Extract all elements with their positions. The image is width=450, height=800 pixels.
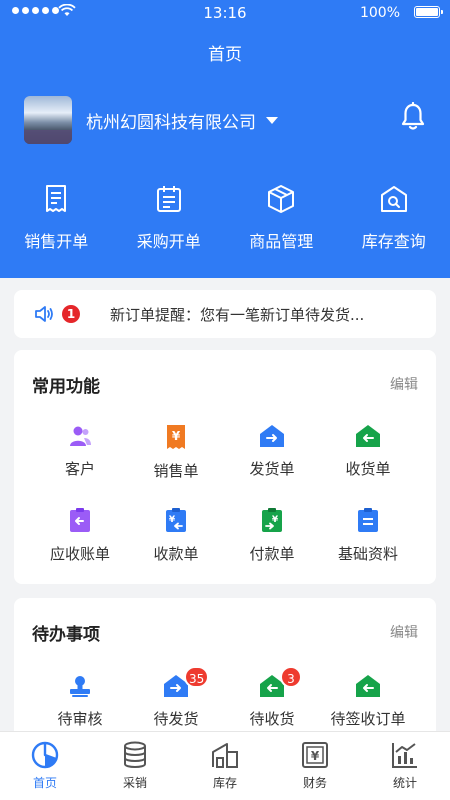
calendar-form-icon xyxy=(156,186,181,212)
database-icon xyxy=(124,741,146,768)
function-receivable-bill[interactable]: 应收账单 xyxy=(32,507,128,564)
todo-label: 待审核 xyxy=(57,710,103,728)
battery-percent: 100% xyxy=(359,5,400,21)
todo-label: 待收货 xyxy=(249,710,295,728)
status-bar: 13:16 100% xyxy=(0,0,450,28)
tab-label: 采销 xyxy=(122,776,147,790)
package-icon xyxy=(268,185,295,213)
warehouse-search-icon xyxy=(380,186,407,212)
tab-bar: 首页 采销 库存 ¥ 财务 统计 xyxy=(0,731,450,800)
common-functions-grid: 客户 ¥ 销售单 发货单 收货单 应收账单 ¥ 收款单 ¥ 付款单 基础资料 xyxy=(32,424,450,564)
svg-text:¥: ¥ xyxy=(172,429,181,443)
todo-pending-receipt[interactable]: 3 待收货 xyxy=(224,666,320,729)
sales-order-entry[interactable]: 销售开单 xyxy=(0,184,113,252)
function-payment[interactable]: ¥ 付款单 xyxy=(224,507,320,564)
warehouse-icon xyxy=(212,743,238,768)
edit-button[interactable]: 编辑 xyxy=(390,374,418,394)
approve-stamp-icon xyxy=(70,676,90,697)
tab-label: 库存 xyxy=(212,776,237,790)
notice-bar[interactable]: 1 新订单提醒：您有一笔新订单待发货... xyxy=(14,290,436,338)
receipt-icon xyxy=(46,185,67,212)
quick-action-label: 商品管理 xyxy=(249,232,314,251)
function-shipping-order[interactable]: 发货单 xyxy=(224,424,320,481)
notice-count-badge: 1 xyxy=(62,305,80,323)
function-collection[interactable]: ¥ 收款单 xyxy=(128,507,224,564)
function-label: 应收账单 xyxy=(49,545,110,563)
tab-inventory[interactable]: 库存 xyxy=(180,732,270,800)
company-name: 杭州幻圆科技有限公司 xyxy=(86,112,256,133)
receiving-icon xyxy=(356,675,380,697)
tab-statistics[interactable]: 统计 xyxy=(360,732,450,800)
common-functions-card: 常用功能 编辑 客户 ¥ 销售单 发货单 收货单 应收账单 ¥ 收款单 ¥ 付款… xyxy=(14,350,436,584)
receiving-icon xyxy=(356,425,380,447)
svg-text:¥: ¥ xyxy=(311,749,320,763)
quick-action-label: 采购开单 xyxy=(136,232,201,251)
function-customer[interactable]: 客户 xyxy=(32,424,128,481)
count-badge: 35 xyxy=(184,666,210,688)
home-pie-icon xyxy=(31,741,59,769)
document-icon xyxy=(358,508,378,532)
count-badge: 3 xyxy=(280,666,302,688)
quick-actions: 销售开单 采购开单 商品管理 库存查询 xyxy=(0,184,450,252)
section-title: 待办事项 xyxy=(32,625,100,645)
todo-pending-review[interactable]: 待审核 xyxy=(32,674,128,729)
todo-pending-shipment[interactable]: 35 待发货 xyxy=(128,666,224,729)
function-label: 收货单 xyxy=(345,460,391,478)
tab-label: 财务 xyxy=(302,776,327,790)
function-label: 销售单 xyxy=(153,462,199,480)
product-management-entry[interactable]: 商品管理 xyxy=(225,184,338,252)
page-title: 首页 xyxy=(208,45,242,65)
tab-label: 首页 xyxy=(32,776,57,790)
quick-action-label: 库存查询 xyxy=(361,232,426,251)
receivable-icon xyxy=(70,508,90,532)
purchase-order-entry[interactable]: 采购开单 xyxy=(113,184,226,252)
function-sales-order[interactable]: ¥ 销售单 xyxy=(128,424,224,481)
battery-icon xyxy=(414,6,443,18)
finance-icon: ¥ xyxy=(302,742,328,768)
todo-grid: 待审核 35 待发货 3 待收货 待签收订单 xyxy=(32,666,450,729)
todo-pending-sign[interactable]: 待签收订单 xyxy=(320,674,416,729)
function-label: 基础资料 xyxy=(337,545,398,563)
caret-down-icon xyxy=(266,116,278,124)
function-label: 客户 xyxy=(64,460,95,478)
svg-text:¥: ¥ xyxy=(169,515,176,525)
tab-label: 统计 xyxy=(392,776,417,790)
section-title: 常用功能 xyxy=(32,377,100,397)
payment-icon: ¥ xyxy=(262,508,282,532)
function-label: 收款单 xyxy=(153,545,199,563)
function-label: 付款单 xyxy=(249,545,295,563)
inventory-query-entry[interactable]: 库存查询 xyxy=(338,184,450,252)
bell-icon[interactable] xyxy=(400,102,426,132)
function-receiving-order[interactable]: 收货单 xyxy=(320,424,416,481)
company-switcher[interactable]: 杭州幻圆科技有限公司 xyxy=(24,96,278,144)
company-avatar xyxy=(24,96,72,144)
function-label: 发货单 xyxy=(249,460,295,478)
todo-label: 待签收订单 xyxy=(330,710,406,728)
function-basic-data[interactable]: 基础资料 xyxy=(320,507,416,564)
todo-label: 待发货 xyxy=(153,710,199,728)
sales-order-icon: ¥ xyxy=(167,425,185,449)
notice-text: 新订单提醒：您有一笔新订单待发货... xyxy=(110,305,365,324)
shipping-icon xyxy=(260,425,284,447)
tab-purchase-sales[interactable]: 采销 xyxy=(90,732,180,800)
customer-icon xyxy=(70,426,91,446)
tab-finance[interactable]: ¥ 财务 xyxy=(270,732,360,800)
statistics-icon xyxy=(392,743,417,768)
svg-text:¥: ¥ xyxy=(272,515,279,525)
quick-action-label: 销售开单 xyxy=(24,232,89,251)
edit-button[interactable]: 编辑 xyxy=(390,622,418,642)
collection-icon: ¥ xyxy=(166,508,186,532)
tab-home[interactable]: 首页 xyxy=(0,732,90,800)
speaker-icon xyxy=(35,306,53,322)
